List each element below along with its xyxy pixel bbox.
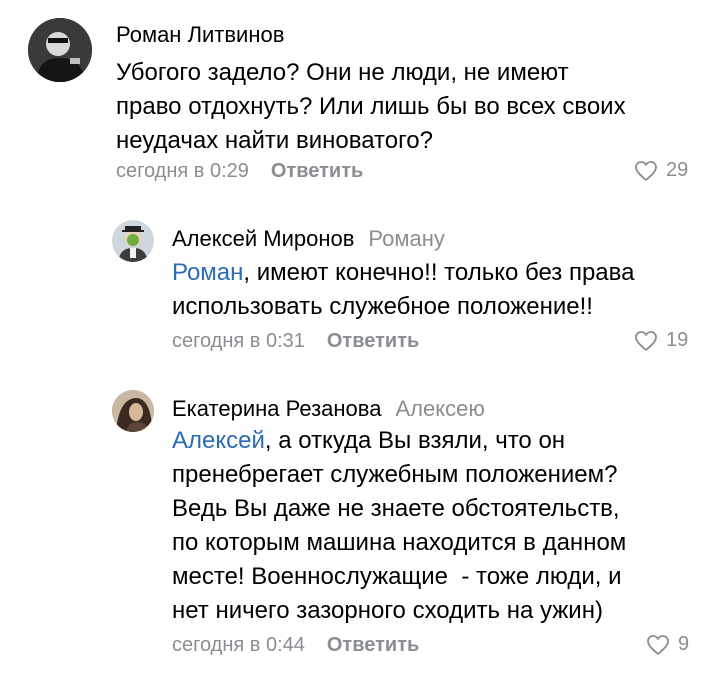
author-name[interactable]: Алексей Миронов — [172, 226, 354, 251]
comment-meta: сегодня в 0:29 Ответить — [116, 160, 363, 183]
reply-to-name[interactable]: Роману — [368, 226, 444, 251]
avatar-image — [112, 220, 154, 262]
heart-icon — [647, 634, 669, 655]
comment-time: сегодня в 0:29 — [116, 160, 249, 182]
comment-text: Убогого задело? Они не люди, не имеют пр… — [116, 56, 696, 158]
comment-author[interactable]: Алексей Миронов Роману — [172, 226, 445, 252]
comment-text-line: нет ничего зазорного сходить на ужин) — [172, 597, 603, 624]
comment-author[interactable]: Екатерина Резанова Алексею — [172, 396, 485, 422]
author-name[interactable]: Роман Литвинов — [116, 22, 284, 47]
author-name[interactable]: Екатерина Резанова — [172, 396, 381, 421]
comment-3: Екатерина Резанова Алексею Алексей, а отк… — [0, 370, 719, 692]
comment-text-line: Роман, имеют конечно!! только без права — [172, 259, 635, 286]
comment-text-line: Ведь Вы даже не знаете обстоятельств, — [172, 495, 620, 522]
comment-1: Роман Литвинов Убогого задело? Они не лю… — [0, 0, 719, 190]
like-button[interactable]: 29 — [634, 159, 688, 182]
comment-text-line: Алексей, а откуда Вы взяли, что он — [172, 427, 566, 454]
like-count: 19 — [666, 329, 689, 351]
comment-text: Алексей, а откуда Вы взяли, что он прене… — [172, 424, 702, 628]
comment-text-line: неудачах найти виноватого? — [116, 127, 434, 154]
mention-link[interactable]: Роман — [172, 259, 243, 286]
reply-to-name[interactable]: Алексею — [395, 396, 484, 421]
comment-text-line: месте! Военнослужащие - тоже люди, и — [172, 563, 622, 590]
comment-text-line: право отдохнуть? Или лишь бы во всех сво… — [116, 93, 626, 120]
heart-icon — [635, 330, 657, 351]
reply-button[interactable]: Ответить — [271, 160, 363, 182]
comment-author[interactable]: Роман Литвинов — [116, 22, 284, 48]
like-button[interactable]: 19 — [634, 329, 688, 352]
comment-time: сегодня в 0:44 — [172, 634, 305, 656]
heart-icon — [635, 160, 657, 181]
avatar[interactable] — [28, 18, 92, 82]
avatar-image — [28, 18, 92, 82]
like-button[interactable]: 9 — [646, 633, 689, 656]
comment-time: сегодня в 0:31 — [172, 330, 305, 352]
avatar[interactable] — [112, 390, 154, 432]
avatar[interactable] — [112, 220, 154, 262]
comment-text-line: пренебрегает служебным положением? — [172, 461, 618, 488]
comment-text-line: по которым машина находится в данном — [172, 529, 627, 556]
like-count: 29 — [666, 159, 689, 181]
comment-meta: сегодня в 0:44 Ответить — [172, 634, 419, 657]
comment-text-line: Убогого задело? Они не люди, не имеют — [116, 59, 569, 86]
comment-text-line: использовать служебное положение!! — [172, 293, 593, 320]
reply-button[interactable]: Ответить — [327, 330, 419, 352]
reply-button[interactable]: Ответить — [327, 634, 419, 656]
like-count: 9 — [678, 633, 690, 655]
comment-text: Роман, имеют конечно!! только без права … — [172, 256, 702, 324]
avatar-image — [112, 390, 154, 432]
comment-2: Алексей Миронов Роману Роман, имеют конеч… — [0, 200, 719, 370]
mention-link[interactable]: Алексей — [172, 427, 265, 454]
comment-meta: сегодня в 0:31 Ответить — [172, 330, 419, 353]
